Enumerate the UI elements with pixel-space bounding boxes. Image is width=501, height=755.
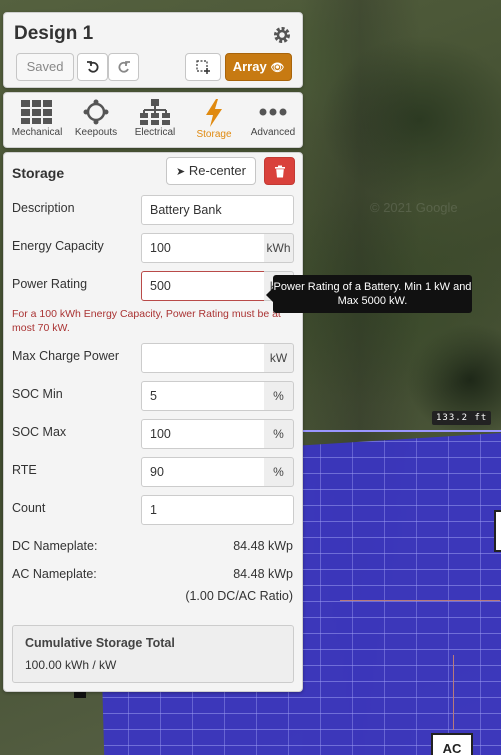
tooltip-arrow	[266, 288, 273, 302]
ac-nameplate-label: AC Nameplate:	[12, 567, 97, 581]
redo-button[interactable]	[108, 53, 139, 81]
description-label: Description	[12, 201, 75, 215]
dc-nameplate-value: 84.48 kWp	[233, 539, 293, 553]
location-arrow-icon: ➤	[176, 166, 186, 178]
cumulative-storage-box: Cumulative Storage Total 100.00 kWh / kW	[12, 625, 294, 683]
cumulative-title: Cumulative Storage Total	[25, 636, 175, 650]
max-charge-power-unit: kW	[264, 343, 294, 373]
tool-advanced[interactable]: Advanced	[244, 99, 302, 138]
dc-nameplate-label: DC Nameplate:	[12, 539, 98, 553]
rte-unit: %	[264, 457, 294, 487]
gear-icon[interactable]	[272, 25, 292, 45]
tool-keepouts[interactable]: Keepouts	[67, 99, 125, 138]
energy-capacity-unit: kWh	[264, 233, 294, 263]
tool-storage[interactable]: Storage	[185, 99, 243, 140]
soc-max-unit: %	[264, 419, 294, 449]
recenter-button[interactable]: ➤ Re-center	[166, 157, 256, 185]
tool-mechanical[interactable]: Mechanical	[8, 99, 66, 138]
tool-electrical[interactable]: Electrical	[126, 99, 184, 138]
trash-icon	[274, 165, 285, 178]
recenter-label: Re-center	[188, 163, 246, 178]
wire-line	[453, 655, 454, 730]
power-rating-label: Power Rating	[12, 277, 88, 291]
header-card: Design 1 Saved Array 👁	[3, 12, 303, 88]
saved-button[interactable]: Saved	[16, 53, 74, 81]
tool-label: Storage	[196, 129, 232, 140]
soc-min-unit: %	[264, 381, 294, 411]
tool-label: Mechanical	[11, 127, 63, 138]
tool-label: Advanced	[250, 127, 296, 138]
undo-icon	[86, 61, 99, 73]
design-panel: Design 1 Saved Array 👁 Mechanical Keepou…	[3, 12, 303, 692]
rte-input[interactable]: 90	[141, 457, 265, 487]
description-input[interactable]: Battery Bank	[141, 195, 294, 225]
equipment-marker[interactable]	[494, 510, 501, 552]
count-label: Count	[12, 501, 46, 515]
roof-edge-line	[300, 430, 501, 432]
soc-min-label: SOC Min	[12, 387, 63, 401]
energy-capacity-input[interactable]: 100	[141, 233, 265, 263]
power-rating-tooltip: Power Rating of a Battery. Min 1 kW and …	[273, 275, 472, 313]
tool-label: Electrical	[134, 127, 176, 138]
eye-icon: 👁	[270, 62, 285, 74]
soc-max-input[interactable]: 100	[141, 419, 265, 449]
storage-card: Storage ➤ Re-center Description Battery …	[3, 152, 303, 692]
select-area-icon	[196, 60, 210, 74]
ac-marker[interactable]: AC	[431, 733, 473, 755]
electrical-tree-icon	[140, 99, 170, 125]
select-area-button[interactable]	[185, 53, 221, 81]
map-watermark: © 2021 Google	[370, 200, 458, 215]
tool-label: Keepouts	[74, 127, 118, 138]
delete-button[interactable]	[264, 157, 295, 185]
max-charge-power-input[interactable]	[141, 343, 265, 373]
count-input[interactable]: 1	[141, 495, 294, 525]
max-charge-power-label: Max Charge Power	[12, 349, 119, 363]
dc-ac-ratio: (1.00 DC/AC Ratio)	[185, 589, 293, 603]
ac-nameplate-value: 84.48 kWp	[233, 567, 293, 581]
design-title: Design 1	[14, 23, 94, 44]
rte-label: RTE	[12, 463, 37, 477]
energy-capacity-label: Energy Capacity	[12, 239, 104, 253]
wire-line	[340, 600, 500, 601]
undo-button[interactable]	[77, 53, 108, 81]
array-label: Array	[232, 59, 267, 74]
redo-icon	[117, 61, 130, 73]
array-button[interactable]: Array 👁	[225, 53, 292, 81]
soc-min-input[interactable]: 5	[141, 381, 265, 411]
grid-icon	[21, 100, 52, 124]
soc-max-label: SOC Max	[12, 425, 67, 439]
keepout-icon	[83, 99, 109, 125]
dimension-label: 133.2 ft	[432, 411, 492, 425]
more-dots-icon	[259, 108, 287, 116]
lightning-icon	[206, 99, 222, 127]
power-rating-error: For a 100 kWh Energy Capacity, Power Rat…	[12, 308, 281, 334]
power-rating-input[interactable]: 500	[141, 271, 265, 301]
storage-title: Storage	[12, 165, 65, 181]
tools-bar: Mechanical Keepouts Electrical Storage A…	[3, 92, 303, 148]
cumulative-value: 100.00 kWh / kW	[25, 658, 117, 672]
